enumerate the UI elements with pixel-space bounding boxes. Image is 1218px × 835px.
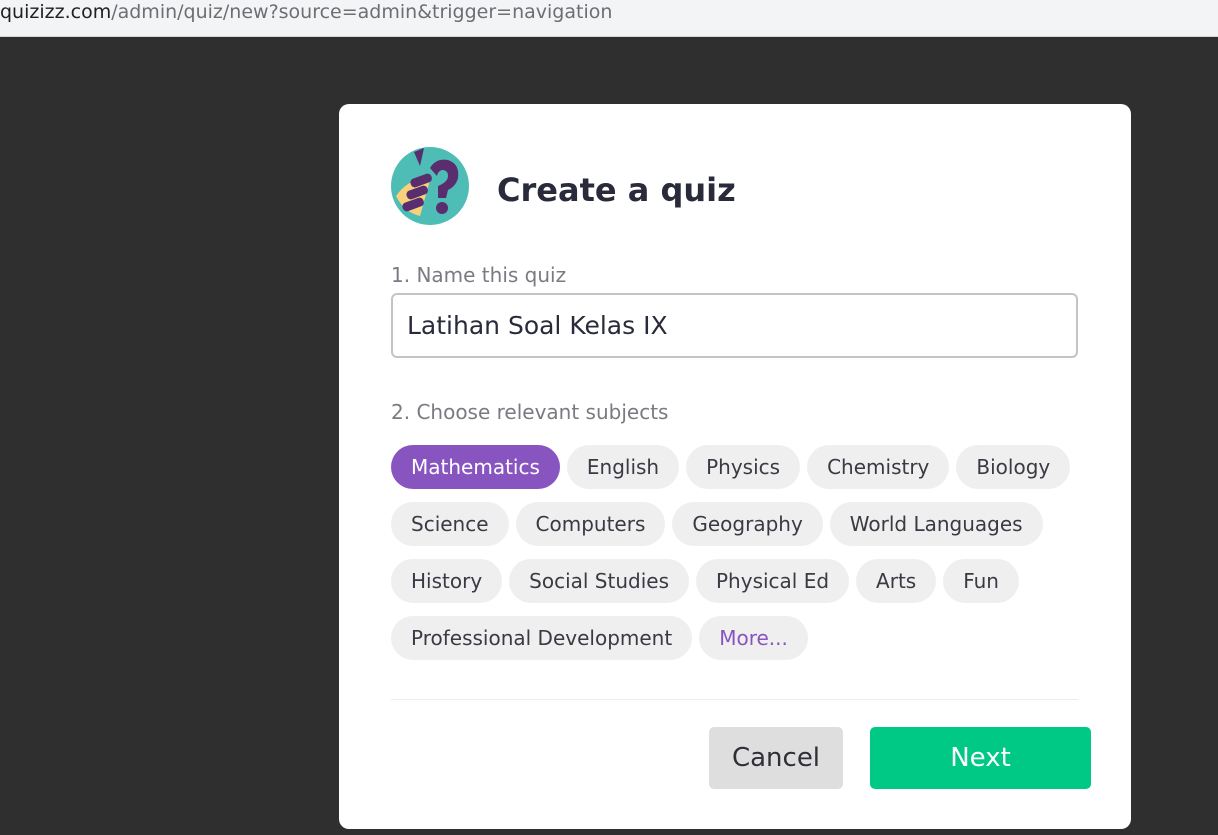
subject-chip-mathematics[interactable]: Mathematics bbox=[391, 445, 560, 489]
subject-chip-physics[interactable]: Physics bbox=[686, 445, 801, 489]
url-path: /admin/quiz/new?source=admin&trigger=nav… bbox=[111, 1, 613, 23]
step-subjects-label: 2. Choose relevant subjects bbox=[391, 400, 669, 424]
more-subjects-button[interactable]: More... bbox=[699, 616, 808, 660]
subject-chip-world-languages[interactable]: World Languages bbox=[829, 502, 1043, 546]
quiz-logo-icon bbox=[390, 146, 470, 226]
subject-chip-biology[interactable]: Biology bbox=[956, 445, 1071, 489]
subject-chip-english[interactable]: English bbox=[566, 445, 680, 489]
chip-row: Science Computers Geography World Langua… bbox=[391, 502, 1091, 546]
subject-chip-science[interactable]: Science bbox=[391, 502, 509, 546]
footer-divider bbox=[391, 699, 1078, 700]
subject-chip-geography[interactable]: Geography bbox=[672, 502, 823, 546]
chip-row: History Social Studies Physical Ed Arts … bbox=[391, 559, 1091, 603]
dialog-title: Create a quiz bbox=[497, 171, 736, 209]
create-quiz-dialog: Create a quiz 1. Name this quiz 2. Choos… bbox=[339, 104, 1131, 829]
address-bar[interactable]: quizizz.com/admin/quiz/new?source=admin&… bbox=[0, 0, 1218, 37]
subject-chip-professional-development[interactable]: Professional Development bbox=[391, 616, 693, 660]
cancel-button[interactable]: Cancel bbox=[709, 727, 843, 789]
chip-row: Mathematics English Physics Chemistry Bi… bbox=[391, 445, 1091, 489]
quiz-name-input[interactable] bbox=[391, 293, 1078, 358]
subject-chip-social-studies[interactable]: Social Studies bbox=[509, 559, 689, 603]
subject-chip-computers[interactable]: Computers bbox=[515, 502, 666, 546]
subject-chip-fun[interactable]: Fun bbox=[943, 559, 1019, 603]
next-button[interactable]: Next bbox=[870, 727, 1091, 789]
subject-chip-history[interactable]: History bbox=[391, 559, 503, 603]
subject-chip-physical-ed[interactable]: Physical Ed bbox=[696, 559, 850, 603]
subject-chips: Mathematics English Physics Chemistry Bi… bbox=[391, 445, 1091, 673]
subject-chip-chemistry[interactable]: Chemistry bbox=[807, 445, 950, 489]
chip-row: Professional Development More... bbox=[391, 616, 1091, 660]
step-name-label: 1. Name this quiz bbox=[391, 263, 567, 287]
subject-chip-arts[interactable]: Arts bbox=[856, 559, 937, 603]
url-host: quizizz.com bbox=[0, 1, 112, 23]
